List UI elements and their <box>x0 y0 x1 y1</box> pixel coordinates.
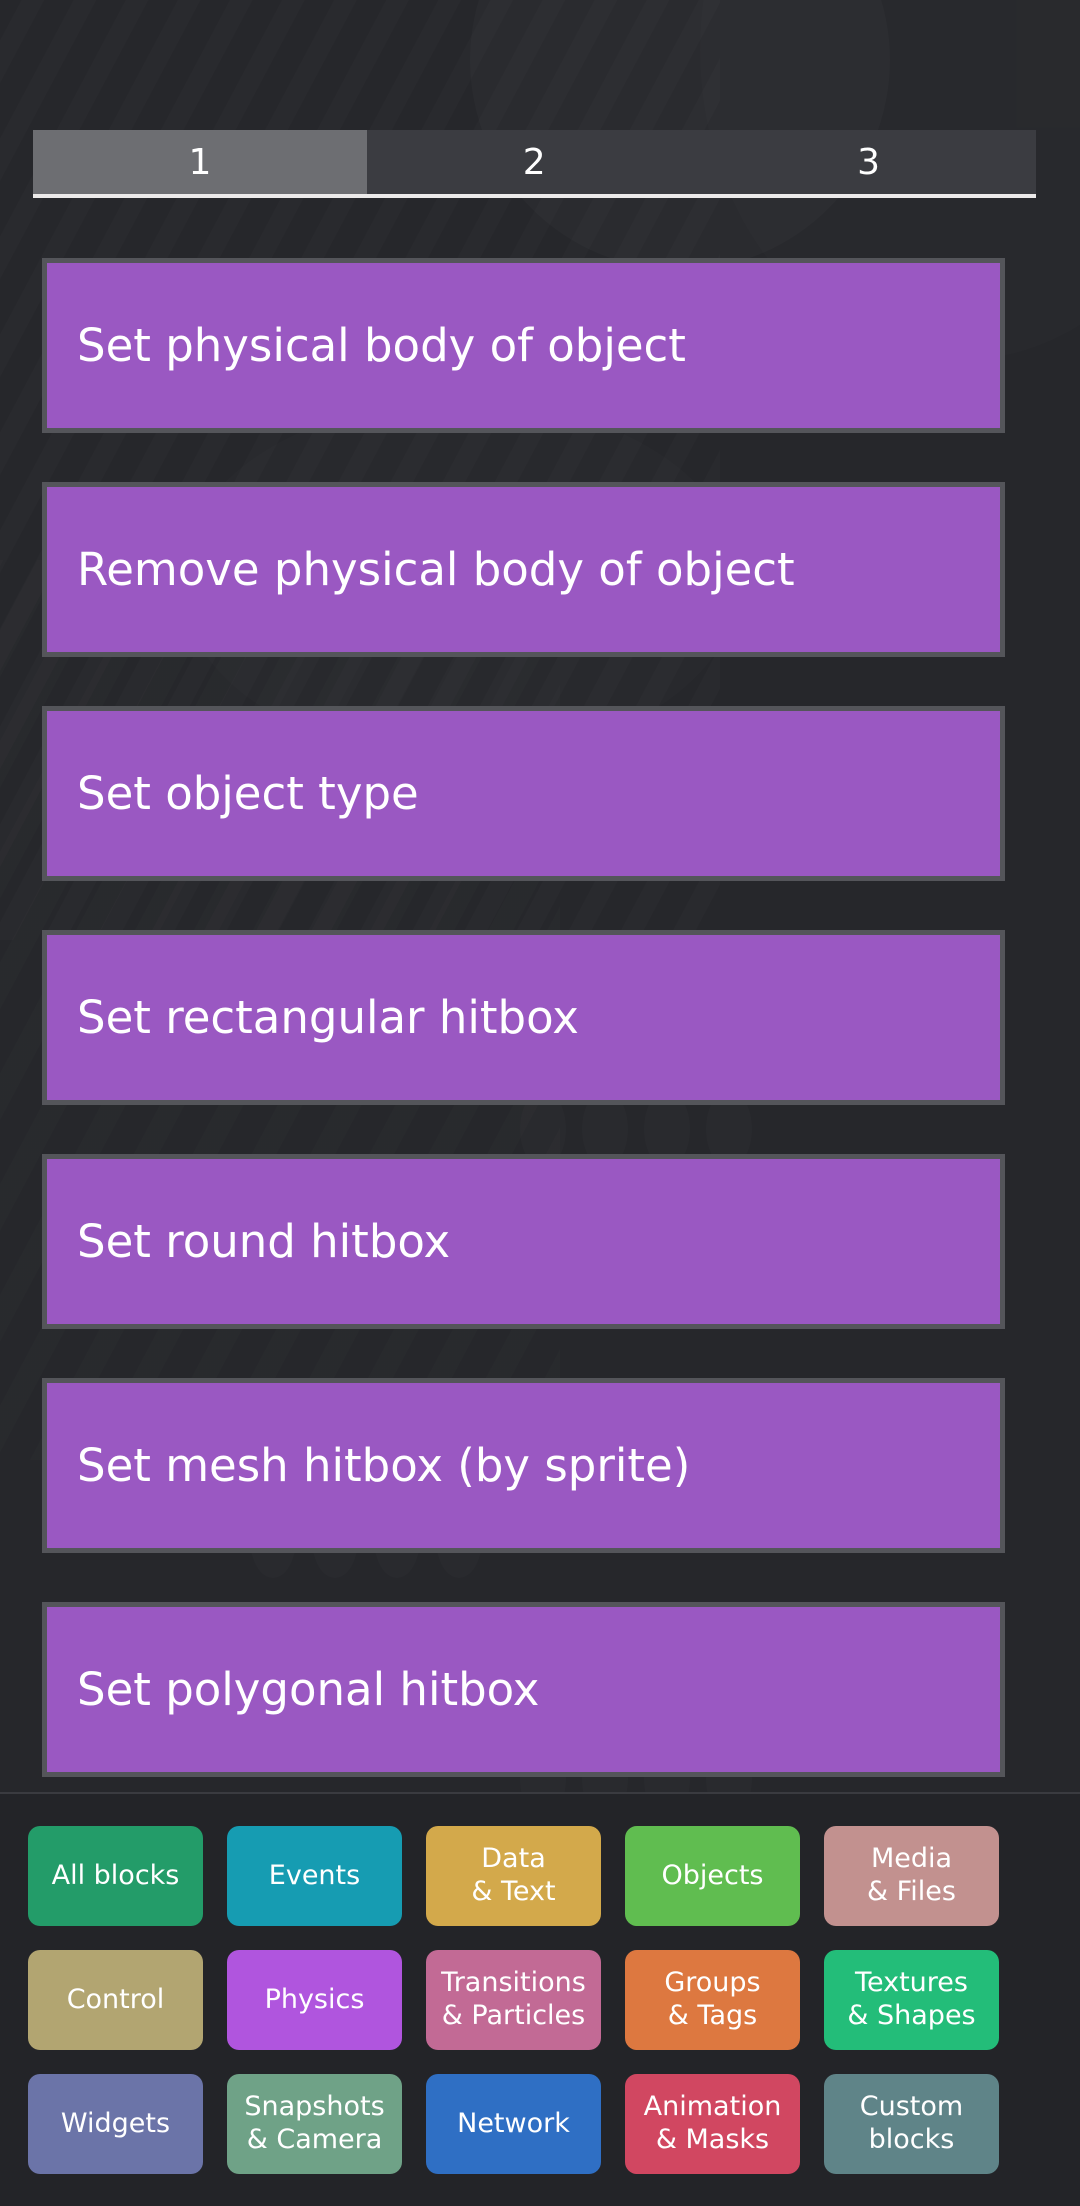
category-all-blocks[interactable]: All blocks <box>28 1826 203 1926</box>
category-label-line1: Network <box>457 2107 570 2139</box>
block-item[interactable]: Set physical body of object <box>42 258 1005 433</box>
block-list[interactable]: Set physical body of object Remove physi… <box>0 258 1080 1792</box>
block-label: Set rectangular hitbox <box>77 990 579 1044</box>
category-textures-shapes[interactable]: Textures & Shapes <box>824 1950 999 2050</box>
category-label-line1: Snapshots <box>244 2091 385 2123</box>
tab-page-1[interactable]: 1 <box>33 130 368 194</box>
category-events[interactable]: Events <box>227 1826 402 1926</box>
category-label-line1: Media <box>870 1843 953 1875</box>
block-item[interactable]: Remove physical body of object <box>42 482 1005 657</box>
block-label: Set physical body of object <box>77 318 686 372</box>
category-animation-masks[interactable]: Animation & Masks <box>625 2074 800 2174</box>
category-control[interactable]: Control <box>28 1950 203 2050</box>
category-snapshots-camera[interactable]: Snapshots & Camera <box>227 2074 402 2174</box>
category-label-line2: blocks <box>868 2124 955 2155</box>
category-label-line1: Physics <box>264 1983 365 2015</box>
category-label-line2: & Text <box>471 1876 556 1907</box>
category-data-text[interactable]: Data & Text <box>426 1826 601 1926</box>
category-panel: All blocks Events Data & Text Objects Me… <box>0 1792 1080 2206</box>
app-root: 1 2 3 Set physical body of object Remove… <box>0 0 1080 2206</box>
category-label-line1: Transitions <box>441 1967 586 1999</box>
category-label-line2: & Shapes <box>847 2000 976 2031</box>
block-item[interactable]: Set round hitbox <box>42 1154 1005 1329</box>
category-label-line1: Animation <box>643 2091 782 2123</box>
block-label: Set mesh hitbox (by sprite) <box>77 1438 691 1492</box>
category-label-line2: & Particles <box>441 2000 586 2031</box>
category-row: Control Physics Transitions & Particles … <box>28 1950 1052 2050</box>
category-label-line1: Events <box>268 1859 361 1891</box>
tab-label: 2 <box>522 141 547 183</box>
category-label-line2: & Files <box>867 1876 956 1907</box>
category-label-line1: Data <box>481 1843 546 1875</box>
category-groups-tags[interactable]: Groups & Tags <box>625 1950 800 2050</box>
category-label-line1: All blocks <box>51 1859 180 1891</box>
category-row: All blocks Events Data & Text Objects Me… <box>28 1826 1052 1926</box>
category-row: Widgets Snapshots & Camera Network Anima… <box>28 2074 1052 2174</box>
block-item[interactable]: Set mesh hitbox (by sprite) <box>42 1378 1005 1553</box>
category-label-line1: Custom <box>859 2091 964 2123</box>
category-label-line1: Groups <box>664 1967 761 1999</box>
category-custom-blocks[interactable]: Custom blocks <box>824 2074 999 2174</box>
category-label-line1: Control <box>66 1983 165 2015</box>
category-media-files[interactable]: Media & Files <box>824 1826 999 1926</box>
tab-label: 3 <box>857 141 881 183</box>
category-label-line2: & Tags <box>667 2000 758 2031</box>
category-label-line2: & Camera <box>246 2124 383 2155</box>
block-label: Remove physical body of object <box>77 542 795 596</box>
page-tabbar: 1 2 3 <box>33 130 1036 198</box>
block-item[interactable]: Set object type <box>42 706 1005 881</box>
category-transitions-particles[interactable]: Transitions & Particles <box>426 1950 601 2050</box>
category-physics[interactable]: Physics <box>227 1950 402 2050</box>
block-label: Set round hitbox <box>77 1214 451 1268</box>
tab-page-3[interactable]: 3 <box>701 130 1036 194</box>
category-network[interactable]: Network <box>426 2074 601 2174</box>
tab-label: 1 <box>188 141 212 183</box>
category-label-line2: & Masks <box>655 2124 770 2155</box>
category-widgets[interactable]: Widgets <box>28 2074 203 2174</box>
tab-page-2[interactable]: 2 <box>367 130 702 194</box>
block-label: Set polygonal hitbox <box>77 1662 540 1716</box>
category-label-line1: Widgets <box>60 2107 171 2139</box>
block-item[interactable]: Set polygonal hitbox <box>42 1602 1005 1777</box>
block-label: Set object type <box>77 766 419 820</box>
category-label-line1: Textures <box>855 1967 968 1999</box>
category-objects[interactable]: Objects <box>625 1826 800 1926</box>
block-item[interactable]: Set rectangular hitbox <box>42 930 1005 1105</box>
category-label-line1: Objects <box>661 1859 764 1891</box>
